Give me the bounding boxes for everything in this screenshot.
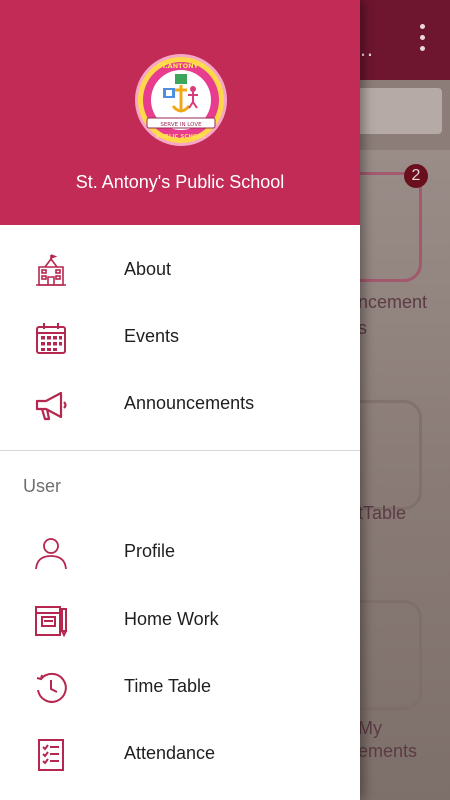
drawer-header: ST.ANTONY'S PUBLIC SCHOOL SERVE IN LOVE … (0, 0, 360, 225)
clock-icon (36, 672, 67, 703)
menu-item-label: Home Work (124, 609, 219, 629)
kebab-menu-icon[interactable] (418, 24, 426, 54)
svg-text:PUBLIC SCHOOL: PUBLIC SCHOOL (156, 134, 206, 140)
menu-item-announcements[interactable]: Announcements (0, 371, 360, 437)
navigation-drawer: ST.ANTONY'S PUBLIC SCHOOL SERVE IN LOVE … (0, 0, 360, 800)
menu-item-profile[interactable]: Profile (0, 519, 360, 585)
menu-item-homework[interactable]: Home Work (0, 587, 360, 653)
tile-label: tTable (358, 503, 407, 523)
section-label-user: User (23, 476, 62, 496)
menu-item-label: Profile (124, 541, 176, 561)
tile-label: ements (358, 741, 418, 761)
school-logo: ST.ANTONY'S PUBLIC SCHOOL SERVE IN LOVE (135, 54, 227, 146)
menu-item-label: Events (124, 326, 180, 346)
homework-book-icon (35, 606, 67, 638)
school-building-icon (36, 254, 66, 286)
menu-item-timetable[interactable]: Time Table (0, 654, 360, 720)
menu-item-label: Attendance (124, 743, 216, 763)
svg-text:SERVE IN LOVE: SERVE IN LOVE (160, 122, 202, 128)
menu-item-about[interactable]: About (0, 237, 360, 303)
notification-badge: 2 (404, 164, 428, 188)
megaphone-icon (35, 391, 67, 421)
menu-item-label: Time Table (124, 676, 212, 696)
checklist-icon (38, 739, 64, 771)
menu-item-events[interactable]: Events (0, 304, 360, 370)
menu-item-label: Announcements (124, 393, 255, 413)
menu-item-label: About (124, 259, 172, 279)
calendar-icon (36, 323, 66, 354)
tile-label: ncement (358, 292, 428, 312)
svg-text:ST.ANTONY'S: ST.ANTONY'S (157, 62, 205, 70)
tile-label: My (358, 718, 382, 738)
school-name: St. Antony's Public School (75, 172, 285, 192)
divider (0, 450, 360, 451)
menu-item-attendance[interactable]: Attendance (0, 721, 360, 787)
user-icon (35, 538, 67, 570)
